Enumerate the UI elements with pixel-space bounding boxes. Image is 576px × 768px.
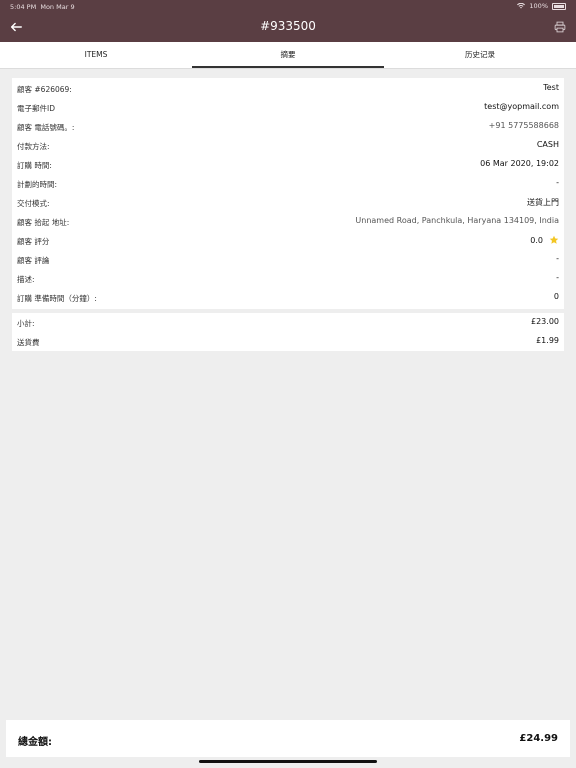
detail-value-wrap: 0.0 xyxy=(530,235,559,245)
active-tab-indicator xyxy=(192,66,384,68)
detail-value: - xyxy=(556,273,559,282)
detail-label: 描述: xyxy=(17,275,35,284)
tab-summary[interactable]: 摘要 xyxy=(192,42,384,68)
tab-items[interactable]: ITEMS xyxy=(0,42,192,68)
detail-label: 顧客 電話號碼。: xyxy=(17,123,75,132)
order-details-card: 顧客 #626069: Test 電子郵件ID test@yopmail.com… xyxy=(12,78,564,309)
detail-label: 顧客 評論 xyxy=(17,256,50,265)
subtotal-row: 小計: £23.00 xyxy=(12,313,564,332)
grand-total-value: £24.99 xyxy=(519,733,558,744)
detail-row-order-time: 訂購 時間: 06 Mar 2020, 19:02 xyxy=(12,155,564,174)
page-title: #933500 xyxy=(260,19,316,33)
detail-value: 送貨上門 xyxy=(527,198,559,207)
detail-row-review: 顧客 評論 - xyxy=(12,250,564,269)
detail-row-address: 顧客 拾起 地址: Unnamed Road, Panchkula, Harya… xyxy=(12,212,564,231)
detail-row-rating: 顧客 評分 0.0 xyxy=(12,231,564,250)
detail-label: 付款方法: xyxy=(17,142,50,151)
subtotal-label: 小計: xyxy=(17,319,35,328)
detail-label: 訂購 準備時間（分鐘）: xyxy=(17,294,97,303)
detail-value: 06 Mar 2020, 19:02 xyxy=(480,159,559,168)
app-header: 5:04 PM Mon Mar 9 100% #933500 xyxy=(0,0,576,42)
battery-icon xyxy=(552,2,566,10)
status-time: 5:04 PM Mon Mar 9 xyxy=(10,3,75,11)
detail-label: 顧客 評分 xyxy=(17,237,50,246)
detail-value: - xyxy=(556,254,559,263)
detail-row-customer: 顧客 #626069: Test xyxy=(12,79,564,98)
detail-row-description: 描述: - xyxy=(12,269,564,288)
detail-row-phone: 顧客 電話號碼。: +91 5775588668 xyxy=(12,117,564,136)
detail-label: 計劃的時間: xyxy=(17,180,58,189)
delivery-fee-label: 送貨費 xyxy=(17,338,40,347)
status-bar: 5:04 PM Mon Mar 9 100% xyxy=(0,0,576,12)
tab-bar: ITEMS 摘要 历史记录 xyxy=(0,42,576,69)
grand-total-label: 總金額: xyxy=(18,737,52,748)
detail-value: Test xyxy=(543,83,559,92)
detail-row-payment: 付款方法: CASH xyxy=(12,136,564,155)
detail-label: 訂購 時間: xyxy=(17,161,52,170)
detail-value: test@yopmail.com xyxy=(484,102,559,111)
battery-percent: 100% xyxy=(529,2,548,10)
rating-value: 0.0 xyxy=(530,236,543,245)
detail-row-email: 電子郵件ID test@yopmail.com xyxy=(12,98,564,117)
detail-value: 0 xyxy=(553,292,559,301)
wifi-icon xyxy=(517,3,526,9)
grand-total-panel xyxy=(6,720,570,757)
detail-value: - xyxy=(556,178,559,187)
delivery-fee-row: 送貨費 £1.99 xyxy=(12,332,564,351)
detail-label: 電子郵件ID xyxy=(17,104,55,113)
home-indicator[interactable] xyxy=(199,760,377,763)
tab-history[interactable]: 历史记录 xyxy=(384,42,576,68)
order-totals-card: 小計: £23.00 送貨費 £1.99 xyxy=(12,313,564,351)
detail-label: 顧客 拾起 地址: xyxy=(17,218,70,227)
subtotal-value: £23.00 xyxy=(531,317,559,326)
status-right: 100% xyxy=(517,2,566,10)
delivery-fee-value: £1.99 xyxy=(536,336,559,345)
detail-row-delivery-mode: 交付模式: 送貨上門 xyxy=(12,193,564,212)
detail-value: +91 5775588668 xyxy=(488,121,559,130)
detail-value: Unnamed Road, Panchkula, Haryana 134109,… xyxy=(355,216,559,225)
print-icon[interactable] xyxy=(554,21,566,33)
detail-row-prep-time: 訂購 準備時間（分鐘）: 0 xyxy=(12,288,564,307)
detail-label: 顧客 #626069: xyxy=(17,85,72,94)
detail-value: CASH xyxy=(536,140,559,149)
detail-row-scheduled-time: 計劃的時間: - xyxy=(12,174,564,193)
detail-label: 交付模式: xyxy=(17,199,50,208)
star-icon xyxy=(549,235,559,244)
